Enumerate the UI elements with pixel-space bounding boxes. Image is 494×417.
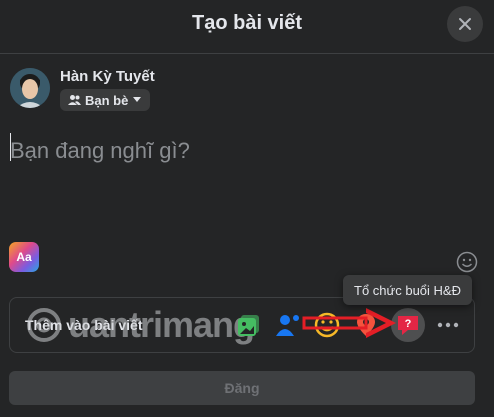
post-composer-input[interactable] (8, 130, 482, 172)
header-divider (0, 53, 494, 54)
post-button-label: Đăng (224, 380, 260, 396)
close-button[interactable] (447, 6, 483, 42)
tooltip-text: Tổ chức buổi H&Đ (354, 282, 461, 298)
svg-text:?: ? (405, 318, 412, 330)
more-options-button[interactable] (433, 310, 463, 340)
dialog-header: Tạo bài viết (0, 0, 494, 46)
caret-down-icon (133, 97, 142, 102)
photo-video-icon (238, 315, 259, 336)
tooltip: Tổ chức buổi H&Đ (343, 275, 472, 305)
tag-people-button[interactable] (273, 310, 303, 340)
photo-video-button[interactable] (234, 310, 264, 340)
audience-label: Bạn bè (85, 92, 129, 108)
post-button[interactable]: Đăng (9, 371, 475, 405)
background-style-button[interactable]: Aa (9, 242, 39, 272)
friends-icon (68, 95, 81, 105)
user-name[interactable]: Hàn Kỳ Tuyết (60, 68, 155, 85)
background-style-label: Aa (16, 250, 32, 264)
tag-people-icon (276, 315, 299, 336)
annotation-arrow (302, 308, 396, 338)
emoji-button[interactable] (456, 251, 478, 273)
more-icon (437, 322, 459, 328)
audience-selector[interactable]: Bạn bè (60, 89, 151, 111)
smiley-icon (456, 251, 478, 273)
close-icon (459, 18, 471, 30)
text-cursor (10, 133, 11, 161)
dialog-title: Tạo bài viết (191, 11, 303, 34)
add-to-post-label: Thêm vào bài viết (25, 317, 143, 333)
avatar[interactable] (10, 68, 50, 108)
